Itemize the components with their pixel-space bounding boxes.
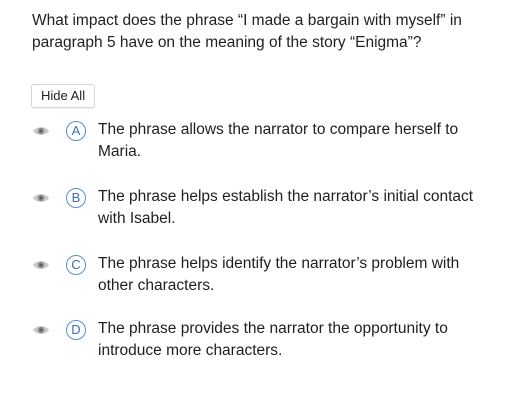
answer-option-c[interactable]: C The phrase helps identify the narrator… [30,255,500,299]
answer-option-b[interactable]: B The phrase helps establish the narrato… [30,188,500,232]
option-letter-b[interactable]: B [66,188,86,208]
eye-icon[interactable] [32,258,50,270]
option-letter-d[interactable]: D [66,320,86,340]
eye-icon[interactable] [32,323,50,335]
answer-option-d[interactable]: D The phrase provides the narrator the o… [30,320,500,364]
option-text-d[interactable]: The phrase provides the narrator the opp… [98,318,488,362]
hide-all-button[interactable]: Hide All [31,84,96,108]
option-text-c[interactable]: The phrase helps identify the narrator’s… [98,253,488,297]
eye-icon[interactable] [32,191,50,203]
option-letter-c[interactable]: C [66,255,86,275]
question-text: What impact does the phrase “I made a ba… [32,12,462,51]
answer-option-a[interactable]: A The phrase allows the narrator to comp… [30,121,500,165]
option-text-a[interactable]: The phrase allows the narrator to compar… [98,119,488,163]
option-letter-a[interactable]: A [66,121,86,141]
eye-icon[interactable] [32,124,50,136]
option-text-b[interactable]: The phrase helps establish the narrator’… [98,186,488,230]
